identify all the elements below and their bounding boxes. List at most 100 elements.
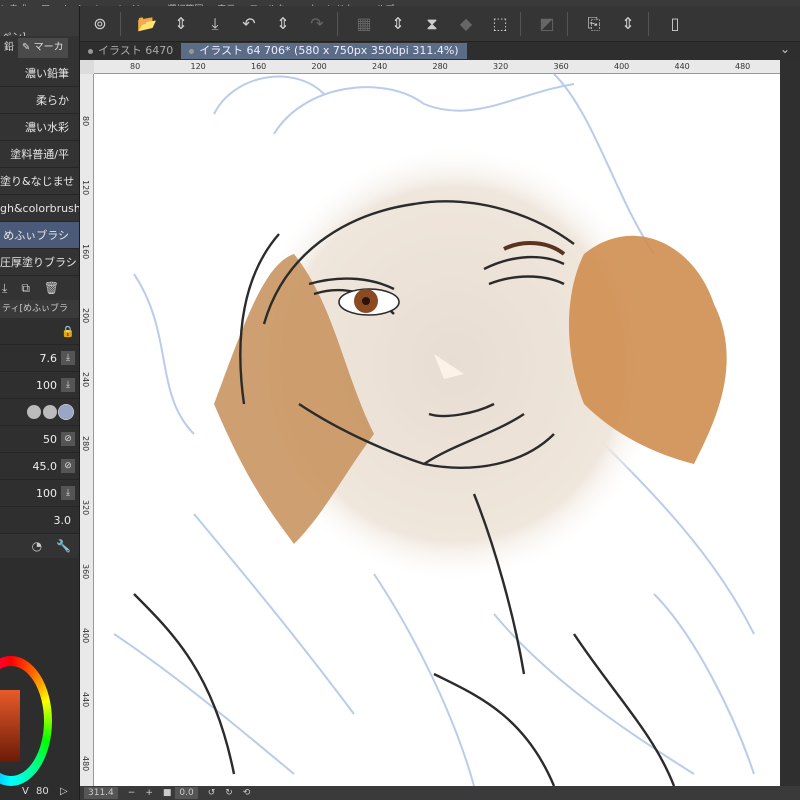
rotate-left-icon[interactable]: ↺ — [208, 788, 216, 798]
tip-option-selected[interactable] — [58, 404, 74, 420]
clip-studio-icon[interactable]: ⊚ — [86, 10, 114, 38]
pupil — [362, 297, 370, 305]
gauge-icon[interactable]: ◔ — [32, 539, 42, 553]
down-icon[interactable]: ⤓ — [61, 486, 75, 500]
updown-icon[interactable]: ⇕ — [167, 10, 195, 38]
param-a-value: 50 — [43, 432, 57, 446]
deselect-icon[interactable]: ◩ — [533, 10, 561, 38]
ruler-tick-label: 280 — [81, 436, 90, 452]
transform-icon[interactable]: ⬚ — [486, 10, 514, 38]
color-square[interactable] — [0, 690, 20, 762]
canvas-tab-bar: イラスト 6470 イラスト 64 706* (580 x 750px 350d… — [80, 42, 800, 60]
status-bar: 311.4 − + ■ 0.0 ↺ ↻ ⟲ — [80, 786, 800, 800]
fit-icon[interactable]: ■ — [163, 788, 172, 798]
close-dot-icon[interactable] — [189, 48, 195, 54]
ruler-tick-label: 240 — [81, 372, 90, 388]
ruler-tick-label: 320 — [493, 62, 509, 71]
trash-icon[interactable]: 🗑 — [44, 281, 59, 295]
zoom-field[interactable]: 311.4 — [84, 787, 118, 799]
undo-icon[interactable]: ↶ — [235, 10, 263, 38]
reset-rotate-icon[interactable]: ⟲ — [243, 788, 251, 798]
param-d-row[interactable]: 3.0 — [0, 507, 79, 534]
ruler-tick-label: 120 — [81, 180, 90, 196]
vertical-scrollbar[interactable] — [780, 60, 800, 786]
lock-icon[interactable]: 🔒 — [61, 325, 75, 338]
ruler-tick-label: 200 — [81, 308, 90, 324]
snap-icon[interactable]: ⎘ — [580, 10, 608, 38]
param-c-row[interactable]: 100 ⤓ — [0, 480, 79, 507]
brush-item[interactable]: めふぃブラシ — [0, 222, 79, 249]
artwork — [113, 74, 755, 786]
brush-item[interactable]: 柔らか — [0, 87, 79, 114]
tab-label: マーカ — [33, 42, 64, 53]
tip-option[interactable] — [27, 405, 41, 419]
ruler-tick-label: 320 — [81, 500, 90, 516]
ruler-tick-label: 400 — [81, 628, 90, 644]
tab-pencil[interactable]: 鉛 — [0, 38, 18, 58]
wrench-icon[interactable]: 🔧 — [56, 539, 71, 553]
ruler-tick-label: 120 — [190, 62, 206, 71]
rotate-right-icon[interactable]: ↻ — [225, 788, 233, 798]
brush-item[interactable]: 濃い鉛筆 — [0, 60, 79, 87]
play-icon[interactable]: ▷ — [60, 786, 68, 797]
brush-item[interactable]: 塗料普通/平 — [0, 141, 79, 168]
ruler-tick-label: 200 — [311, 62, 327, 71]
down-icon[interactable]: ⤓ — [61, 351, 75, 365]
duplicate-icon[interactable]: ⧉ — [21, 281, 30, 296]
ruler-tick-label: 480 — [81, 756, 90, 772]
param-b-value: 45.0 — [32, 459, 58, 473]
value-number: 80 — [36, 786, 49, 797]
zoom-out-icon[interactable]: − — [128, 788, 136, 798]
brush-item[interactable]: 塗り&なじませ — [0, 168, 79, 195]
slash-icon[interactable]: ⊘ — [61, 432, 75, 446]
tab-marker[interactable]: ✎ マーカ — [18, 38, 68, 58]
redo-icon[interactable]: ↷ — [303, 10, 331, 38]
slash-icon[interactable]: ⊘ — [61, 459, 75, 473]
drawing-canvas[interactable] — [94, 74, 780, 786]
ruler-tick-label: 400 — [614, 62, 630, 71]
flip-icon[interactable]: ⧗ — [418, 10, 446, 38]
panel-header: ペン] — [0, 6, 79, 36]
tab-label: イラスト 64 706* (580 x 750px 350dpi 311.4%) — [199, 44, 459, 57]
updown-icon[interactable]: ⇕ — [384, 10, 412, 38]
ruler-tick-label: 360 — [81, 564, 90, 580]
open-icon[interactable]: 📂 — [133, 10, 161, 38]
brush-item[interactable]: gh&colorbrush — [0, 195, 79, 222]
ruler-corner — [80, 60, 94, 74]
brush-size-value: 7.6 — [39, 351, 58, 365]
save-icon[interactable]: ⤓ — [201, 10, 229, 38]
brush-item[interactable]: 濃い水彩 — [0, 114, 79, 141]
brush-tip-options — [0, 399, 79, 426]
clear-icon[interactable]: ▦ — [350, 10, 378, 38]
zoom-in-icon[interactable]: + — [145, 788, 153, 798]
ruler-tick-label: 80 — [130, 62, 141, 71]
tool-property-actions: ◔ 🔧 — [0, 534, 79, 558]
tab-illust-1[interactable]: イラスト 6470 — [80, 43, 181, 59]
updown-icon[interactable]: ⇕ — [269, 10, 297, 38]
brush-item[interactable]: 圧厚塗りブラシ — [0, 249, 79, 276]
ruler-tick-label: 280 — [432, 62, 448, 71]
opacity-row[interactable]: 100 ⤓ — [0, 372, 79, 399]
down-icon[interactable]: ⤓ — [61, 378, 75, 392]
tool-property-title: ティ[めふぃブラ — [0, 300, 79, 318]
param-b-row[interactable]: 45.0 ⊘ — [0, 453, 79, 480]
chevron-down-icon[interactable]: ⌄ — [780, 42, 790, 56]
ruler-tick-label: 480 — [735, 62, 751, 71]
tip-option[interactable] — [43, 405, 57, 419]
device-icon[interactable]: ▯ — [661, 10, 689, 38]
download-icon[interactable]: ⤓ — [2, 281, 7, 296]
ruler-tick-label: 240 — [372, 62, 388, 71]
close-dot-icon[interactable] — [88, 48, 93, 54]
tab-illust-2[interactable]: イラスト 64 706* (580 x 750px 350dpi 311.4%) — [181, 43, 467, 59]
updown-icon[interactable]: ⇕ — [614, 10, 642, 38]
angle-field[interactable]: 0.0 — [175, 787, 198, 799]
color-value-row: V 80 ▷ — [0, 786, 80, 800]
tab-label: イラスト 6470 — [98, 44, 174, 57]
ruler-tick-label: 440 — [674, 62, 690, 71]
left-panel: ペン] 鉛 ✎ マーカ 濃い鉛筆柔らか濃い水彩塗料普通/平塗り&なじませgh&c… — [0, 6, 80, 800]
brush-size-row[interactable]: 7.6 ⤓ — [0, 345, 79, 372]
divider — [120, 11, 121, 36]
fill-icon[interactable]: ◆ — [452, 10, 480, 38]
param-a-row[interactable]: 50 ⊘ — [0, 426, 79, 453]
ruler-tick-label: 80 — [81, 116, 90, 127]
